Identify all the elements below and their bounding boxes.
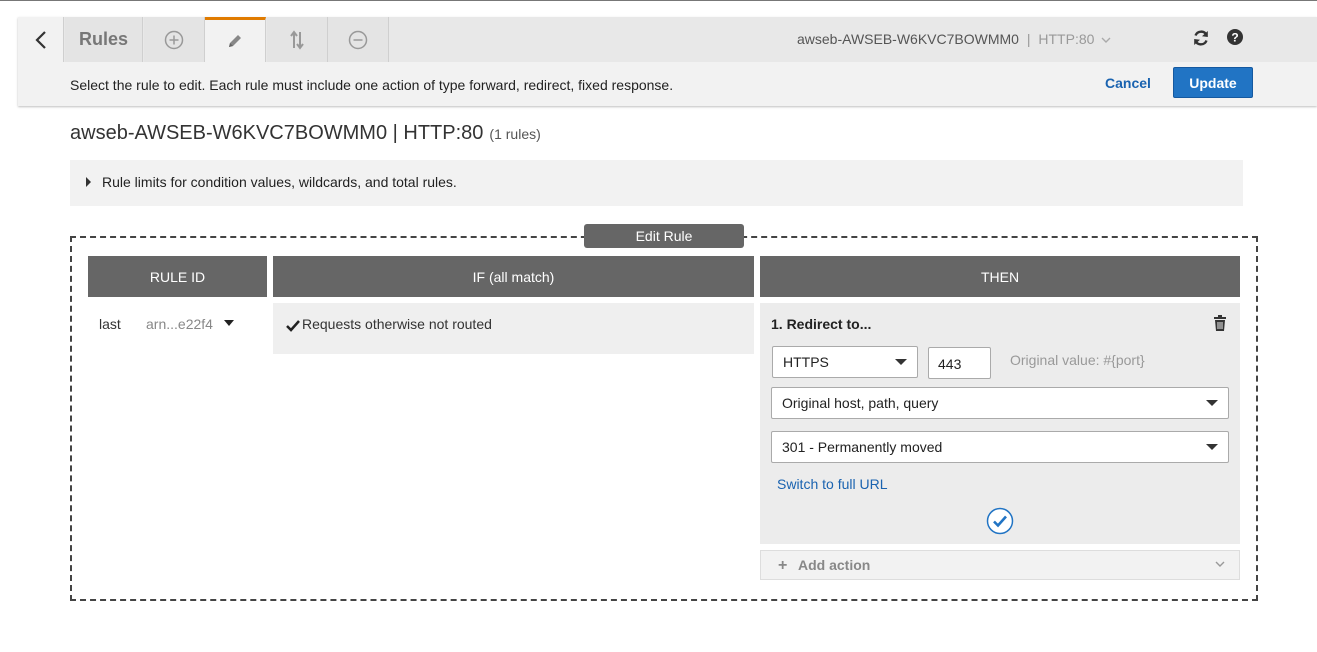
arn-dropdown-icon[interactable]	[224, 320, 234, 326]
svg-text:?: ?	[1231, 31, 1238, 45]
listener-selector[interactable]: awseb-AWSEB-W6KVC7BOWMM0 | HTTP:80	[797, 31, 1111, 47]
cancel-button[interactable]: Cancel	[1105, 75, 1151, 91]
confirm-check-icon[interactable]	[986, 507, 1014, 535]
protocol-value: HTTPS	[783, 354, 829, 370]
back-chevron-icon	[34, 30, 46, 49]
rules-editor-header: Rules awseb-AWSEB-W6KVC7BOWMM0 | HTTP:80…	[18, 17, 1317, 106]
plus-circle-icon	[164, 30, 184, 49]
dropdown-arrow-icon	[1206, 444, 1218, 450]
pencil-icon	[229, 35, 241, 47]
add-action-button[interactable]: + Add action	[760, 550, 1240, 580]
caret-right-icon	[86, 177, 91, 187]
action-title: 1. Redirect to...	[771, 316, 872, 332]
load-balancer-name: awseb-AWSEB-W6KVC7BOWMM0	[797, 31, 1019, 47]
tab-bar: Rules awseb-AWSEB-W6KVC7BOWMM0 | HTTP:80…	[18, 17, 1317, 62]
column-header-then: THEN	[760, 256, 1240, 297]
tab-add-rule[interactable]	[144, 17, 205, 62]
rule-limits-expander[interactable]: Rule limits for condition values, wildca…	[70, 160, 1243, 206]
tab-reorder-rules[interactable]	[267, 17, 328, 62]
minus-circle-icon	[348, 30, 368, 49]
update-button[interactable]: Update	[1173, 67, 1253, 98]
action-cell: 1. Redirect to... HTTPS 443 Original val…	[760, 303, 1240, 544]
rule-priority: last	[99, 316, 121, 332]
plus-icon: +	[778, 557, 788, 574]
checkmark-icon	[286, 320, 300, 332]
switch-to-full-url-link[interactable]: Switch to full URL	[777, 476, 887, 492]
rule-arn: arn...e22f4	[146, 316, 213, 332]
refresh-icon[interactable]	[1191, 28, 1211, 48]
add-action-label: Add action	[798, 557, 871, 573]
chevron-down-icon	[1101, 37, 1111, 43]
status-code-value: 301 - Permanently moved	[782, 439, 943, 455]
reorder-arrows-icon	[290, 29, 304, 50]
dropdown-arrow-icon	[1206, 400, 1218, 406]
edit-instructions: Select the rule to edit. Each rule must …	[70, 77, 674, 93]
chevron-down-icon	[1215, 561, 1225, 567]
host-path-query-value: Original host, path, query	[782, 395, 939, 411]
protocol-select[interactable]: HTTPS	[772, 346, 918, 378]
condition-text: Requests otherwise not routed	[302, 316, 492, 332]
top-border	[0, 0, 1317, 1]
column-header-if: IF (all match)	[273, 256, 754, 297]
host-path-query-select[interactable]: Original host, path, query	[771, 387, 1229, 419]
column-header-rule-id: RULE ID	[88, 256, 267, 297]
tab-rules[interactable]: Rules	[65, 17, 143, 62]
port-input[interactable]: 443	[928, 347, 991, 379]
status-code-select[interactable]: 301 - Permanently moved	[771, 431, 1229, 463]
back-button[interactable]	[18, 17, 64, 62]
help-icon[interactable]: ?	[1226, 28, 1244, 46]
trash-icon[interactable]	[1213, 315, 1227, 331]
listener-port: HTTP:80	[1038, 31, 1095, 47]
tab-delete-rule[interactable]	[328, 17, 389, 62]
separator: |	[1026, 31, 1031, 47]
rule-limits-text: Rule limits for condition values, wildca…	[102, 174, 457, 190]
rule-count: (1 rules)	[489, 126, 541, 142]
port-original-hint: Original value: #{port}	[1010, 352, 1145, 368]
dropdown-arrow-icon	[895, 359, 907, 365]
page-title-text: awseb-AWSEB-W6KVC7BOWMM0 | HTTP:80	[70, 122, 484, 144]
edit-rule-label: Edit Rule	[584, 224, 744, 248]
condition-cell: Requests otherwise not routed	[273, 303, 754, 354]
page-title: awseb-AWSEB-W6KVC7BOWMM0 | HTTP:80 (1 rul…	[70, 122, 541, 145]
tab-edit-rule[interactable]	[205, 17, 266, 62]
